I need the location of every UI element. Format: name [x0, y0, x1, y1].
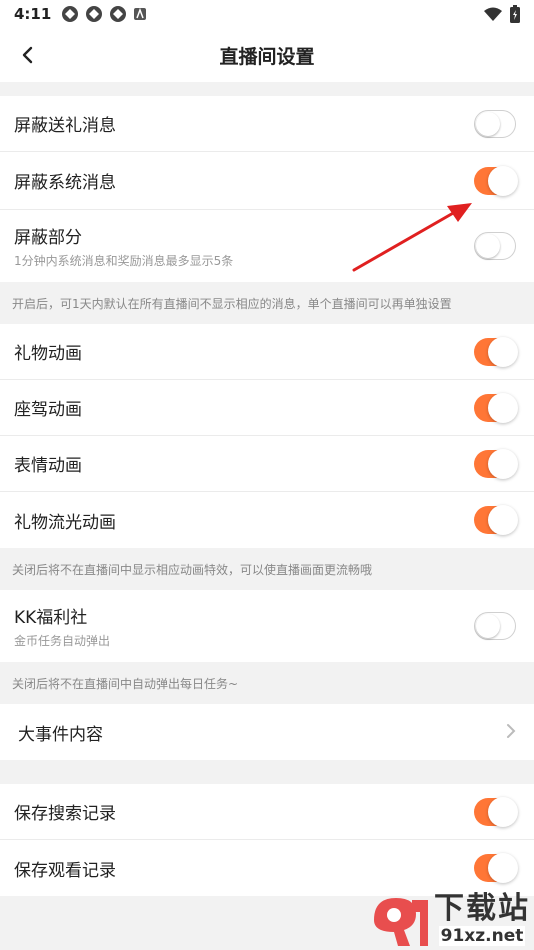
block-gift-messages-toggle[interactable] — [474, 109, 516, 138]
setting-label: 表情动画 — [14, 456, 82, 476]
watermark: 下载站 91xz.net — [368, 890, 530, 948]
setting-row-block-system-messages: 屏蔽系统消息 — [0, 152, 534, 210]
setting-label: 屏蔽部分 — [14, 228, 82, 248]
setting-row-kk-welfare: KK福利社 金币任务自动弹出 — [0, 590, 534, 662]
gift-glow-animation-toggle[interactable] — [474, 505, 518, 535]
vehicle-animation-toggle[interactable] — [474, 392, 518, 423]
setting-description: 金币任务自动弹出 — [14, 634, 111, 648]
history-section: 保存搜索记录 保存观看记录 — [0, 784, 534, 896]
setting-label: 保存搜索记录 — [14, 804, 116, 824]
gift-animation-toggle[interactable] — [474, 336, 518, 367]
chevron-left-icon — [22, 46, 33, 64]
setting-row-emoji-animation: 表情动画 — [0, 436, 534, 492]
status-time: 4:11 — [14, 5, 52, 23]
section-note: 关闭后将不在直播间中自动弹出每日任务~ — [0, 662, 534, 704]
setting-row-block-partial: 屏蔽部分 1分钟内系统消息和奖励消息最多显示5条 — [0, 210, 534, 282]
wifi-icon — [484, 7, 502, 21]
welfare-section: KK福利社 金币任务自动弹出 — [0, 590, 534, 662]
watermark-text: 下载站 — [434, 891, 530, 926]
battery-icon — [510, 5, 520, 23]
section-note: 开启后，可1天内默认在所有直播间不显示相应的消息，单个直播间可以再单独设置 — [0, 282, 534, 324]
save-search-history-toggle[interactable] — [474, 796, 518, 827]
page-title: 直播间设置 — [219, 45, 315, 68]
block-partial-toggle[interactable] — [474, 232, 516, 260]
setting-row-save-watch-history: 保存观看记录 — [0, 840, 534, 896]
section-note: 关闭后将不在直播间中显示相应动画特效，可以使直播画面更流畅哦 — [0, 548, 534, 590]
setting-row-major-events[interactable]: 大事件内容 — [0, 704, 534, 760]
save-watch-history-toggle[interactable] — [474, 853, 518, 883]
status-bar: 4:11 — [0, 0, 534, 28]
chevron-right-icon — [506, 720, 516, 744]
setting-row-gift-glow-animation: 礼物流光动画 — [0, 492, 534, 548]
setting-row-gift-animation: 礼物动画 — [0, 324, 534, 380]
kk-welfare-toggle[interactable] — [474, 612, 516, 640]
setting-row-save-search-history: 保存搜索记录 — [0, 784, 534, 840]
message-block-section: 屏蔽送礼消息 屏蔽系统消息 屏蔽部分 1分钟内系统消息和奖励消息最多显示5条 — [0, 96, 534, 282]
setting-description: 1分钟内系统消息和奖励消息最多显示5条 — [14, 254, 234, 268]
events-section: 大事件内容 — [0, 704, 534, 760]
block-system-messages-toggle[interactable] — [474, 165, 518, 196]
watermark-logo-icon — [374, 898, 428, 946]
setting-label: 屏蔽送礼消息 — [14, 116, 116, 136]
setting-row-vehicle-animation: 座驾动画 — [0, 380, 534, 436]
setting-label: 礼物流光动画 — [14, 512, 116, 533]
notification-icon — [110, 6, 127, 22]
notification-icon — [62, 6, 79, 22]
top-bar: 直播间设置 — [0, 28, 534, 82]
setting-label: 座驾动画 — [14, 400, 82, 420]
setting-label: KK福利社 — [14, 608, 88, 628]
setting-label: 大事件内容 — [18, 724, 103, 745]
setting-label: 保存观看记录 — [14, 860, 116, 881]
back-button[interactable] — [10, 37, 46, 73]
setting-row-block-gift-messages: 屏蔽送礼消息 — [0, 96, 534, 152]
app-icon — [134, 7, 147, 20]
emoji-animation-toggle[interactable] — [474, 448, 518, 479]
setting-label: 礼物动画 — [14, 344, 82, 364]
animation-section: 礼物动画 座驾动画 表情动画 礼物流光动画 — [0, 324, 534, 548]
watermark-url: 91xz.net — [438, 926, 526, 946]
notification-icon — [86, 6, 103, 22]
setting-label: 屏蔽系统消息 — [14, 173, 116, 193]
